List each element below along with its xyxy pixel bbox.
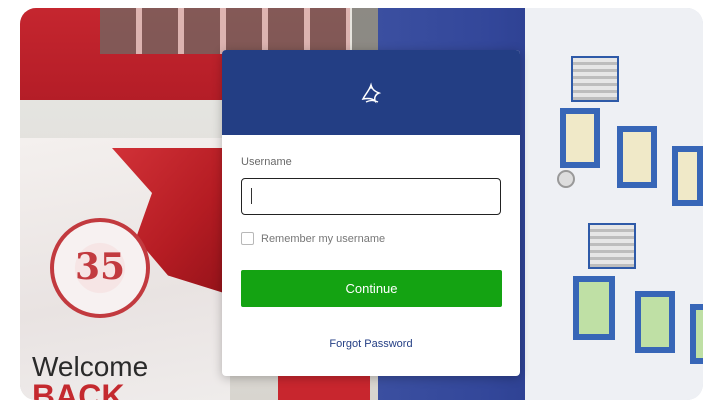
window — [560, 108, 600, 168]
seal-number: 35 — [74, 246, 126, 288]
window — [672, 146, 703, 206]
school-crest-icon — [361, 81, 382, 103]
security-camera — [557, 170, 575, 188]
banner-welcome-text: Welcome — [32, 351, 149, 382]
forgot-password-link[interactable]: Forgot Password — [222, 338, 520, 350]
banner-back-text: BACK — [32, 378, 125, 400]
window — [690, 304, 703, 364]
remember-label[interactable]: Remember my username — [261, 233, 385, 245]
username-input[interactable] — [241, 178, 501, 215]
window — [617, 126, 657, 188]
login-card: Username Remember my username Continue F… — [222, 50, 520, 376]
window-shade — [571, 56, 619, 102]
login-header — [222, 50, 520, 135]
remember-checkbox[interactable] — [241, 232, 254, 245]
continue-button[interactable]: Continue — [241, 270, 502, 307]
window-shade — [588, 223, 636, 269]
window — [573, 276, 615, 340]
username-label: Username — [241, 156, 292, 168]
window — [635, 291, 675, 353]
top-windows — [100, 8, 380, 54]
text-caret — [251, 188, 252, 204]
remember-row[interactable]: Remember my username — [241, 232, 385, 245]
